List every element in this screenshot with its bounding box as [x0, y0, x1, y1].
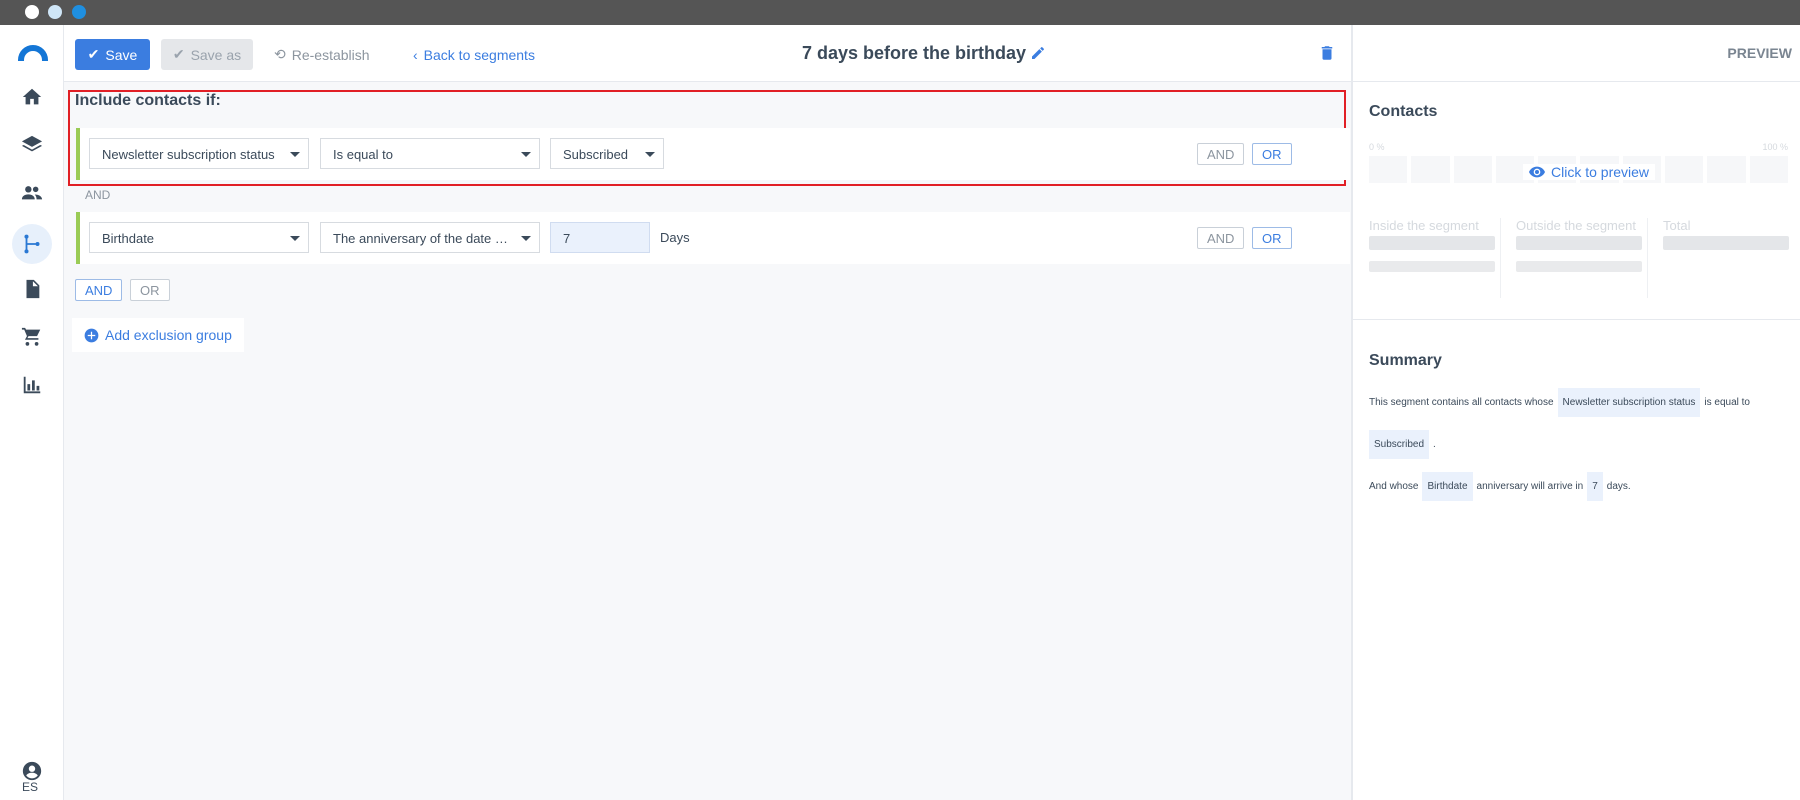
chart-icon[interactable]	[16, 369, 48, 401]
summary-title: Summary	[1369, 352, 1442, 369]
plus-circle-icon	[84, 328, 99, 342]
add-exclusion-group-button[interactable]: Add exclusion group	[72, 318, 244, 352]
operator-select-value: The anniversary of the date …	[333, 231, 508, 246]
reestablish-label: Re-establish	[291, 46, 370, 63]
summary-line-2: Subscribed .	[1369, 430, 1436, 459]
preview-header: PREVIEW	[1353, 25, 1800, 82]
rule-or-button[interactable]: OR	[1252, 227, 1292, 249]
operator-select[interactable]: Is equal to	[320, 138, 540, 169]
summary-text: anniversary will arrive in	[1476, 481, 1584, 492]
total-label: Total	[1663, 218, 1691, 233]
click-to-preview-link[interactable]: Click to preview	[1523, 164, 1656, 180]
document-icon[interactable]	[16, 273, 48, 305]
back-to-segments-link[interactable]: ‹ Back to segments	[413, 39, 535, 70]
check-icon: ✔	[172, 46, 185, 62]
days-input[interactable]: 7	[550, 222, 650, 253]
chevron-down-icon	[290, 236, 300, 241]
save-button[interactable]: ✔ Save	[75, 39, 150, 70]
layers-icon[interactable]	[16, 129, 48, 161]
contacts-title: Contacts	[1369, 103, 1438, 120]
scale-min-label: 0 %	[1369, 142, 1385, 152]
skeleton-value	[1516, 236, 1642, 250]
chevron-down-icon	[521, 236, 531, 241]
summary-line-1: This segment contains all contacts whose…	[1369, 388, 1750, 417]
contacts-icon[interactable]	[16, 177, 48, 209]
include-group-title: Include contacts if:	[75, 92, 221, 109]
window-close-button[interactable]	[25, 5, 39, 19]
history-icon: ⟲	[274, 46, 286, 62]
scale-max-label: 100 %	[1762, 142, 1788, 152]
summary-text: is equal to	[1704, 397, 1750, 408]
preview-panel: PREVIEW Contacts 0 % 100 % Click to prev…	[1351, 25, 1800, 800]
stat-outside: Outside the segment	[1516, 218, 1648, 298]
operator-select-value: Is equal to	[333, 147, 393, 162]
chevron-down-icon	[645, 152, 655, 157]
rule-and-button[interactable]: AND	[1197, 227, 1245, 249]
save-button-label: Save	[105, 46, 138, 63]
rule-row-newsletter: Newsletter subscription status Is equal …	[76, 128, 1350, 180]
outside-segment-label: Outside the segment	[1516, 218, 1636, 233]
summary-text: This segment contains all contacts whose	[1369, 397, 1554, 408]
rule-and-button[interactable]: AND	[1197, 143, 1245, 165]
save-as-button[interactable]: ✔ Save as	[161, 39, 253, 70]
chevron-down-icon	[290, 152, 300, 157]
save-as-label: Save as	[190, 46, 242, 63]
field-select-value: Birthdate	[102, 231, 155, 246]
window-maximize-button[interactable]	[72, 5, 86, 19]
segments-icon[interactable]	[12, 224, 52, 264]
segment-editor: ✔ Save ✔ Save as ⟲ Re-establish ‹ Back t…	[64, 25, 1351, 800]
eye-icon	[1529, 166, 1545, 178]
editor-toolbar: ✔ Save ✔ Save as ⟲ Re-establish ‹ Back t…	[64, 25, 1351, 82]
field-select[interactable]: Birthdate	[89, 222, 309, 253]
summary-tag: Newsletter subscription status	[1557, 388, 1701, 417]
chevron-left-icon: ‹	[413, 46, 418, 63]
click-to-preview-label: Click to preview	[1551, 164, 1650, 180]
cart-icon[interactable]	[16, 321, 48, 353]
skeleton-value	[1516, 261, 1642, 272]
rule-or-button[interactable]: OR	[1252, 143, 1292, 165]
window-titlebar	[0, 0, 1800, 25]
skeleton-value	[1369, 261, 1495, 272]
stat-total: Total	[1663, 218, 1795, 298]
delete-segment-icon[interactable]	[1318, 43, 1336, 68]
window-minimize-button[interactable]	[48, 5, 62, 19]
summary-tag: 7	[1587, 472, 1603, 501]
summary-text: And whose	[1369, 481, 1419, 492]
summary-line-3: And whose Birthdate anniversary will arr…	[1369, 472, 1631, 501]
skeleton-value	[1663, 236, 1789, 250]
home-icon[interactable]	[16, 81, 48, 113]
stat-inside: Inside the segment	[1369, 218, 1501, 298]
field-select[interactable]: Newsletter subscription status	[89, 138, 309, 169]
summary-text: days.	[1606, 481, 1631, 492]
skeleton-value	[1369, 236, 1495, 250]
sidebar-nav: ES	[0, 25, 64, 800]
back-label: Back to segments	[423, 46, 535, 63]
inside-segment-label: Inside the segment	[1369, 218, 1479, 233]
reestablish-button[interactable]: ⟲ Re-establish	[274, 39, 370, 70]
language-label[interactable]: ES	[22, 780, 38, 794]
summary-tag: Birthdate	[1422, 472, 1473, 501]
rule-row-birthdate: Birthdate The anniversary of the date … …	[76, 212, 1350, 264]
chevron-down-icon	[521, 152, 531, 157]
summary-text: .	[1433, 439, 1436, 450]
preview-title[interactable]: PREVIEW	[1727, 45, 1792, 61]
and-separator: AND	[85, 188, 111, 202]
app-logo[interactable]	[18, 45, 48, 61]
value-select[interactable]: Subscribed	[550, 138, 664, 169]
field-select-value: Newsletter subscription status	[102, 147, 275, 162]
group-or-button[interactable]: OR	[130, 279, 170, 301]
add-exclusion-label: Add exclusion group	[105, 327, 232, 343]
edit-title-icon[interactable]	[1030, 45, 1046, 66]
days-unit-label: Days	[660, 230, 690, 245]
panel-divider	[1353, 319, 1800, 320]
summary-tag: Subscribed	[1369, 430, 1430, 459]
value-select-value: Subscribed	[563, 147, 629, 162]
operator-select[interactable]: The anniversary of the date …	[320, 222, 540, 253]
page-title: 7 days before the birthday	[802, 43, 1027, 63]
check-icon: ✔	[87, 46, 100, 62]
group-and-button[interactable]: AND	[75, 279, 123, 301]
